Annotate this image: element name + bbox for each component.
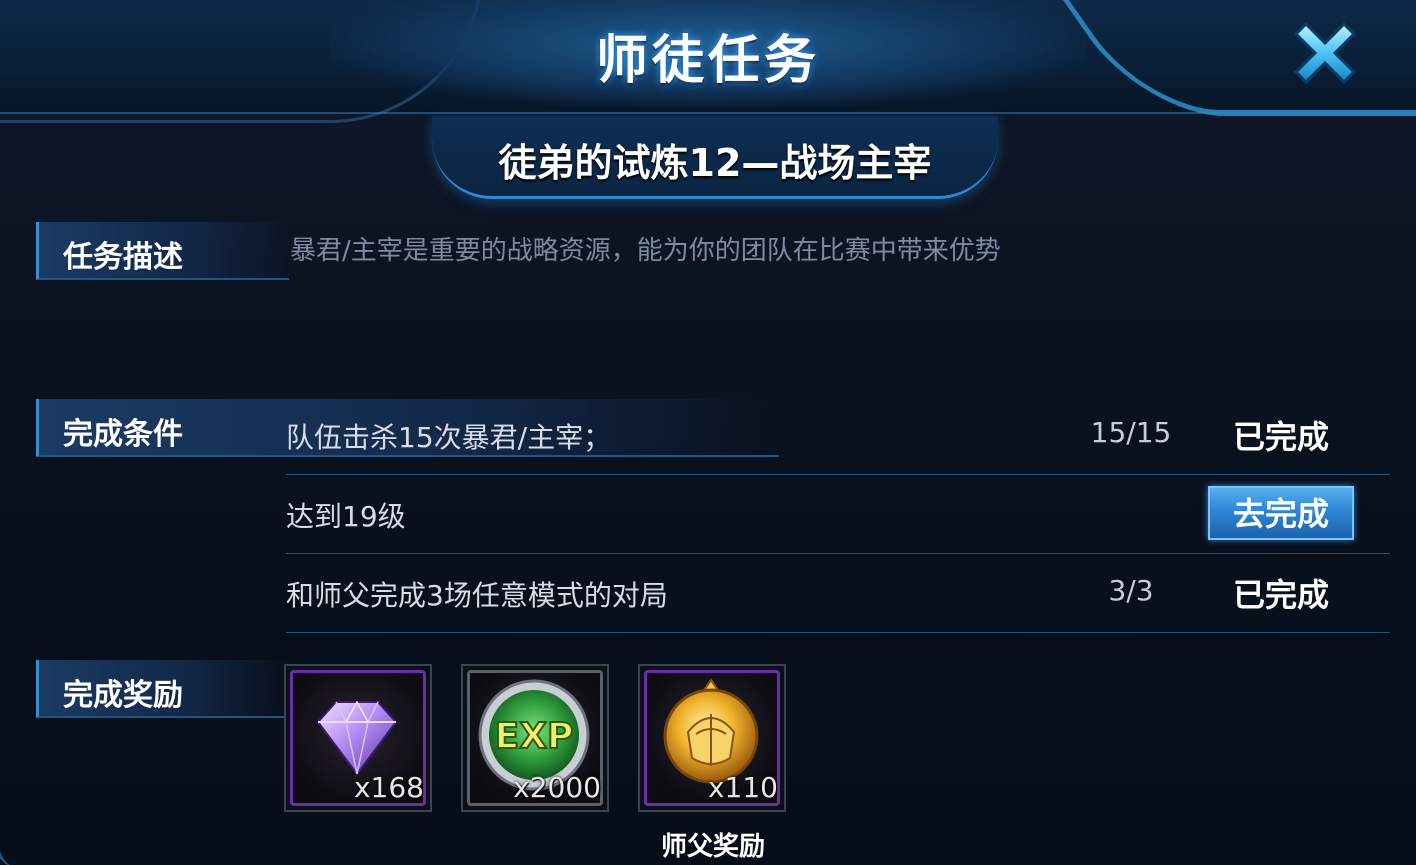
reward-item[interactable]: x168 [284, 664, 432, 812]
condition-status: 已完成 [1232, 418, 1329, 456]
condition-progress: 3/3 [1108, 574, 1154, 607]
condition-row: 队伍击杀15次暴君/主宰； 15/15 已完成 [286, 396, 1390, 475]
condition-text: 和师父完成3场任意模式的对局 [286, 579, 668, 612]
reward-item[interactable]: x110 [638, 664, 786, 812]
reward-item[interactable]: EXP x2000 [461, 664, 609, 812]
condition-status: 已完成 [1232, 576, 1329, 614]
condition-text: 达到19级 [286, 500, 406, 533]
description-section-tab: 任务描述 [36, 222, 289, 280]
task-dialog: 师徒任务 徒弟的试炼12—战场主宰 任务描述 暴君/主宰是重要的战略资源，能为你… [0, 0, 1416, 865]
description-text: 暴君/主宰是重要的战略资源，能为你的团队在比赛中带来优势 [290, 236, 1001, 266]
condition-text: 队伍击杀15次暴君/主宰； [286, 421, 612, 454]
go-complete-button[interactable]: 去完成 [1208, 486, 1354, 540]
condition-row: 和师父完成3场任意模式的对局 3/3 已完成 [286, 554, 1390, 633]
close-button[interactable] [1282, 10, 1368, 96]
close-x-icon [1293, 21, 1357, 85]
reward-count: x110 [707, 771, 778, 804]
condition-progress: 15/15 [1090, 416, 1172, 449]
rewards-section-tab: 完成奖励 [36, 660, 289, 718]
svg-text:EXP: EXP [495, 716, 574, 757]
reward-count: x2000 [513, 771, 601, 804]
page-title: 师徒任务 [595, 31, 820, 91]
dialog-header: 师徒任务 [0, 0, 1416, 123]
condition-row: 达到19级 去完成 [286, 475, 1390, 554]
conditions-label: 完成条件 [63, 417, 183, 452]
task-subtitle: 徒弟的试炼12—战场主宰 [498, 141, 932, 185]
rewards-label: 完成奖励 [63, 678, 183, 713]
frame-decoration-bottom-left [0, 800, 38, 865]
description-label: 任务描述 [63, 240, 183, 275]
task-subtitle-plate: 徒弟的试炼12—战场主宰 [432, 116, 998, 199]
reward-count: x168 [353, 771, 424, 804]
master-reward-label: 师父奖励 [660, 832, 765, 862]
